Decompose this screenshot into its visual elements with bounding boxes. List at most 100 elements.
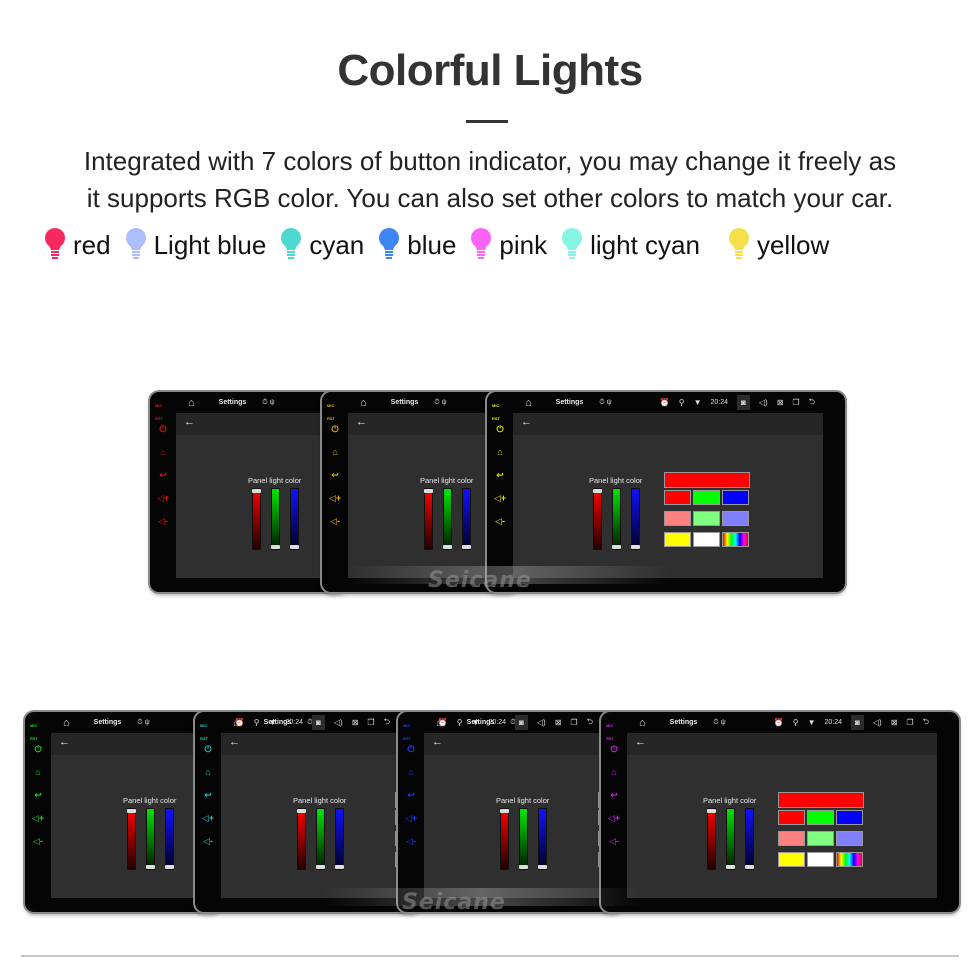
slider-thumb[interactable]	[127, 809, 136, 813]
camera-icon[interactable]: ◙	[851, 715, 864, 730]
volume-up-button[interactable]: ◁+	[31, 813, 45, 824]
volume-icon[interactable]: ◁)	[759, 398, 768, 407]
blue-slider[interactable]	[631, 488, 640, 550]
green-slider[interactable]	[271, 488, 280, 550]
color-swatch[interactable]	[722, 511, 749, 526]
back-button[interactable]: ↩	[201, 790, 215, 801]
volume-down-button[interactable]: ◁-	[201, 836, 215, 847]
color-swatch[interactable]	[693, 511, 720, 526]
home-button[interactable]: ⌂	[493, 447, 507, 457]
green-slider[interactable]	[726, 808, 735, 870]
slider-thumb[interactable]	[631, 545, 640, 549]
slider-thumb[interactable]	[335, 865, 344, 869]
slider-thumb[interactable]	[146, 865, 155, 869]
slider-thumb[interactable]	[538, 865, 547, 869]
volume-up-button[interactable]: ◁+	[404, 813, 418, 824]
camera-icon[interactable]: ◙	[737, 395, 750, 410]
red-slider[interactable]	[593, 488, 602, 550]
color-swatch[interactable]	[664, 532, 691, 547]
volume-icon[interactable]: ◁)	[537, 718, 546, 727]
back-arrow-icon[interactable]: ←	[356, 416, 367, 428]
back-arrow-icon[interactable]: ←	[184, 416, 195, 428]
color-swatch[interactable]	[836, 852, 863, 867]
red-slider[interactable]	[500, 808, 509, 870]
home-button[interactable]: ⌂	[404, 767, 418, 777]
color-swatch[interactable]	[664, 511, 691, 526]
slider-thumb[interactable]	[290, 545, 299, 549]
back-arrow-icon[interactable]: ←	[59, 736, 70, 748]
color-swatch[interactable]	[693, 532, 720, 547]
return-icon[interactable]: ⮌	[923, 716, 929, 730]
slider-thumb[interactable]	[612, 545, 621, 549]
color-swatch[interactable]	[722, 490, 749, 505]
color-swatch[interactable]	[693, 490, 720, 505]
color-swatch[interactable]	[778, 852, 805, 867]
power-button[interactable]: ⏻	[201, 744, 215, 755]
power-button[interactable]: ⏻	[31, 744, 45, 755]
close-window-icon[interactable]: ⊠	[777, 398, 784, 407]
blue-slider[interactable]	[745, 808, 754, 870]
blue-slider[interactable]	[335, 808, 344, 870]
slider-thumb[interactable]	[519, 865, 528, 869]
green-slider[interactable]	[519, 808, 528, 870]
back-arrow-icon[interactable]: ←	[229, 736, 240, 748]
home-button[interactable]: ⌂	[31, 767, 45, 777]
color-swatch[interactable]	[807, 852, 834, 867]
color-swatch[interactable]	[836, 831, 863, 846]
red-slider[interactable]	[252, 488, 261, 550]
volume-icon[interactable]: ◁)	[873, 718, 882, 727]
volume-up-button[interactable]: ◁+	[328, 493, 342, 504]
power-button[interactable]: ⏻	[156, 424, 170, 435]
volume-down-button[interactable]: ◁-	[328, 516, 342, 527]
green-slider[interactable]	[443, 488, 452, 550]
volume-up-button[interactable]: ◁+	[493, 493, 507, 504]
red-slider[interactable]	[424, 488, 433, 550]
home-icon[interactable]: ⌂	[360, 397, 367, 409]
back-button[interactable]: ↩	[493, 470, 507, 481]
color-swatch[interactable]	[778, 831, 805, 846]
slider-thumb[interactable]	[500, 809, 509, 813]
home-button[interactable]: ⌂	[328, 447, 342, 457]
red-slider[interactable]	[297, 808, 306, 870]
power-button[interactable]: ⏻	[607, 744, 621, 755]
color-swatch[interactable]	[836, 810, 863, 825]
return-icon[interactable]: ⮌	[384, 716, 390, 730]
home-icon[interactable]: ⌂	[63, 717, 70, 729]
back-button[interactable]: ↩	[328, 470, 342, 481]
slider-thumb[interactable]	[707, 809, 716, 813]
recent-apps-icon[interactable]: ❐	[906, 718, 913, 727]
camera-icon[interactable]: ◙	[312, 715, 325, 730]
recent-apps-icon[interactable]: ❐	[792, 398, 799, 407]
color-swatch[interactable]	[778, 810, 805, 825]
green-slider[interactable]	[612, 488, 621, 550]
power-button[interactable]: ⏻	[493, 424, 507, 435]
recent-apps-icon[interactable]: ❐	[570, 718, 577, 727]
slider-thumb[interactable]	[593, 489, 602, 493]
home-icon[interactable]: ⌂	[188, 397, 195, 409]
recent-apps-icon[interactable]: ❐	[367, 718, 374, 727]
slider-thumb[interactable]	[443, 545, 452, 549]
volume-down-button[interactable]: ◁-	[493, 516, 507, 527]
green-slider[interactable]	[316, 808, 325, 870]
return-icon[interactable]: ⮌	[809, 396, 815, 410]
volume-down-button[interactable]: ◁-	[156, 516, 170, 527]
color-swatch[interactable]	[807, 810, 834, 825]
camera-icon[interactable]: ◙	[515, 715, 528, 730]
home-icon[interactable]: ⌂	[639, 717, 646, 729]
slider-thumb[interactable]	[316, 865, 325, 869]
home-button[interactable]: ⌂	[607, 767, 621, 777]
close-window-icon[interactable]: ⊠	[891, 718, 898, 727]
color-swatch[interactable]	[722, 532, 749, 547]
power-button[interactable]: ⏻	[404, 744, 418, 755]
slider-thumb[interactable]	[252, 489, 261, 493]
color-swatch[interactable]	[807, 831, 834, 846]
blue-slider[interactable]	[462, 488, 471, 550]
home-button[interactable]: ⌂	[201, 767, 215, 777]
red-slider[interactable]	[127, 808, 136, 870]
slider-thumb[interactable]	[424, 489, 433, 493]
close-window-icon[interactable]: ⊠	[352, 718, 359, 727]
green-slider[interactable]	[146, 808, 155, 870]
back-arrow-icon[interactable]: ←	[432, 736, 443, 748]
back-button[interactable]: ↩	[607, 790, 621, 801]
slider-thumb[interactable]	[271, 545, 280, 549]
